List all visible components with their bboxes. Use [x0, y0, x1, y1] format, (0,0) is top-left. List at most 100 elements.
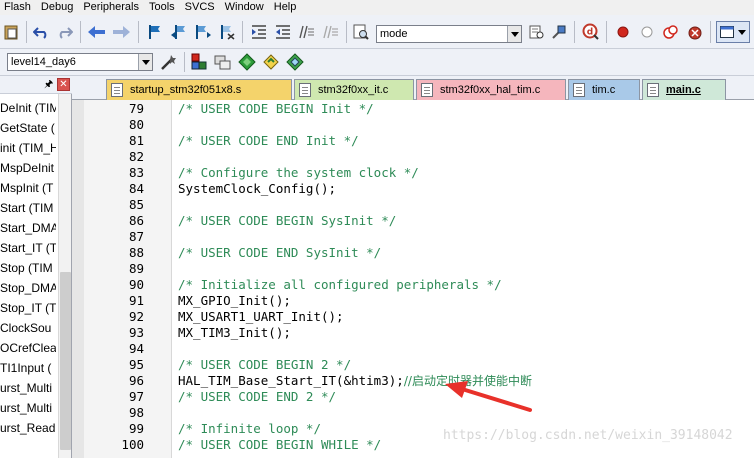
pin-icon[interactable]: 🖈: [44, 79, 53, 91]
breakpoint-icon[interactable]: [614, 23, 632, 41]
project-panel: 🖈 ✕ DeInit (TIM GetState ( init (TIM_H M…: [0, 76, 72, 458]
manage-components-icon[interactable]: [190, 53, 208, 71]
chevron-down-icon[interactable]: [507, 26, 521, 42]
line-number: 93: [128, 325, 144, 340]
select-software-packs-icon[interactable]: [286, 53, 304, 71]
kill-breakpoints-icon[interactable]: [662, 23, 680, 41]
code-editor[interactable]: 79 /* USER CODE BEGIN Init */ 80 81 /* USER …: [72, 100, 754, 458]
code-line[interactable]: 82: [72, 149, 754, 165]
tab-label: startup_stm32f051x8.s: [130, 84, 242, 96]
menu-peripherals[interactable]: Peripherals: [79, 0, 145, 15]
tab-it-file[interactable]: stm32f0xx_it.c: [294, 79, 414, 100]
list-item[interactable]: MspInit (T: [0, 178, 56, 198]
outdent-icon[interactable]: [274, 23, 292, 41]
code-line[interactable]: 84 SystemClock_Config();: [72, 181, 754, 197]
code-line[interactable]: 83 /* Configure the system clock */: [72, 165, 754, 181]
scrollbar-thumb[interactable]: [60, 272, 71, 450]
tab-main-file[interactable]: main.c: [642, 79, 726, 100]
search-icon[interactable]: [550, 23, 568, 41]
tab-label: tim.c: [592, 84, 616, 96]
line-number: 97: [128, 389, 144, 404]
code-line[interactable]: 98: [72, 405, 754, 421]
bookmark-prev-icon[interactable]: [170, 23, 188, 41]
list-item[interactable]: DeInit (TIM: [0, 98, 56, 118]
code-text: HAL_TIM_Base_Start_IT(&htim3);: [178, 373, 404, 388]
code-line[interactable]: 79 /* USER CODE BEGIN Init */: [72, 101, 754, 117]
bookmark-clear-icon[interactable]: [218, 23, 236, 41]
code-line[interactable]: 92 MX_USART1_UART_Init();: [72, 309, 754, 325]
menu-bar: Flash Debug Peripherals Tools SVCS Windo…: [0, 0, 754, 15]
close-icon[interactable]: ✕: [57, 78, 70, 91]
list-item[interactable]: urst_Read: [0, 418, 56, 438]
code-line[interactable]: 88 /* USER CODE END SysInit */: [72, 245, 754, 261]
list-item[interactable]: urst_Multi: [0, 398, 56, 418]
menu-debug[interactable]: Debug: [37, 0, 79, 15]
debug-icon[interactable]: d: [582, 23, 600, 41]
code-line[interactable]: 85: [72, 197, 754, 213]
line-number: 89: [128, 261, 144, 276]
code-line[interactable]: 87: [72, 229, 754, 245]
code-comment: /* USER CODE END 2 */: [178, 389, 337, 404]
tab-hal-tim-file[interactable]: stm32f0xx_hal_tim.c: [416, 79, 566, 100]
uncomment-icon[interactable]: [322, 23, 340, 41]
code-line[interactable]: 86 /* USER CODE BEGIN SysInit */: [72, 213, 754, 229]
menu-help[interactable]: Help: [270, 0, 303, 15]
find-icon[interactable]: [528, 23, 546, 41]
code-comment: /* USER CODE BEGIN 2 */: [178, 357, 352, 372]
code-line[interactable]: 97 /* USER CODE END 2 */: [72, 389, 754, 405]
list-item[interactable]: Start_IT (T: [0, 238, 56, 258]
back-icon[interactable]: [88, 23, 106, 41]
window-layout-button[interactable]: [716, 21, 750, 43]
code-line[interactable]: 81 /* USER CODE END Init */: [72, 133, 754, 149]
list-item[interactable]: urst_Multi: [0, 378, 56, 398]
list-item[interactable]: ClockSou: [0, 318, 56, 338]
menu-svcs[interactable]: SVCS: [181, 0, 221, 15]
tab-tim-file[interactable]: tim.c: [568, 79, 640, 100]
options-for-target-icon[interactable]: [160, 53, 178, 71]
list-item[interactable]: init (TIM_H: [0, 138, 56, 158]
indent-icon[interactable]: [250, 23, 268, 41]
chevron-down-icon[interactable]: [138, 54, 152, 70]
file-extensions-icon[interactable]: [214, 53, 232, 71]
code-line[interactable]: 90 /* Initialize all configured periphera…: [72, 277, 754, 293]
target-combo[interactable]: level14_day6: [7, 53, 153, 71]
list-item[interactable]: TI1Input (: [0, 358, 56, 378]
list-item[interactable]: Stop (TIM: [0, 258, 56, 278]
panel-scrollbar[interactable]: [58, 94, 71, 458]
line-number: 90: [128, 277, 144, 292]
annotation-arrow: [445, 381, 532, 412]
bookmark-icon[interactable]: [146, 23, 164, 41]
redo-icon[interactable]: [56, 23, 74, 41]
menu-tools[interactable]: Tools: [145, 0, 181, 15]
bookmark-next-icon[interactable]: [194, 23, 212, 41]
code-line[interactable]: 91 MX_GPIO_Init();: [72, 293, 754, 309]
list-item[interactable]: OCrefClea: [0, 338, 56, 358]
list-item[interactable]: GetState (: [0, 118, 56, 138]
code-line[interactable]: 94: [72, 341, 754, 357]
config-icon[interactable]: [686, 23, 704, 41]
line-number: 81: [128, 133, 144, 148]
code-line[interactable]: 96 HAL_TIM_Base_Start_IT(&htim3);//启动定时器并…: [72, 373, 754, 389]
list-item[interactable]: Stop_DMA: [0, 278, 56, 298]
pack-installer-icon[interactable]: [262, 53, 280, 71]
list-item[interactable]: Start_DMA: [0, 218, 56, 238]
list-item[interactable]: MspDeInit: [0, 158, 56, 178]
code-line[interactable]: 89: [72, 261, 754, 277]
menu-flash[interactable]: Flash: [0, 0, 37, 15]
menu-window[interactable]: Window: [221, 0, 270, 15]
code-line[interactable]: 80: [72, 117, 754, 133]
undo-icon[interactable]: [32, 23, 50, 41]
list-item[interactable]: Stop_IT (T: [0, 298, 56, 318]
tab-startup-file[interactable]: startup_stm32f051x8.s: [106, 79, 292, 100]
line-number: 96: [128, 373, 144, 388]
disable-breakpoint-icon[interactable]: [638, 23, 656, 41]
code-line[interactable]: 95 /* USER CODE BEGIN 2 */: [72, 357, 754, 373]
find-in-files-icon[interactable]: [352, 23, 370, 41]
code-line[interactable]: 93 MX_TIM3_Init();: [72, 325, 754, 341]
green-diamond-icon[interactable]: [238, 53, 256, 71]
paste-icon[interactable]: [2, 23, 20, 41]
forward-icon[interactable]: [112, 23, 130, 41]
comment-icon[interactable]: [298, 23, 316, 41]
find-combo[interactable]: mode: [376, 25, 522, 43]
list-item[interactable]: Start (TIM: [0, 198, 56, 218]
